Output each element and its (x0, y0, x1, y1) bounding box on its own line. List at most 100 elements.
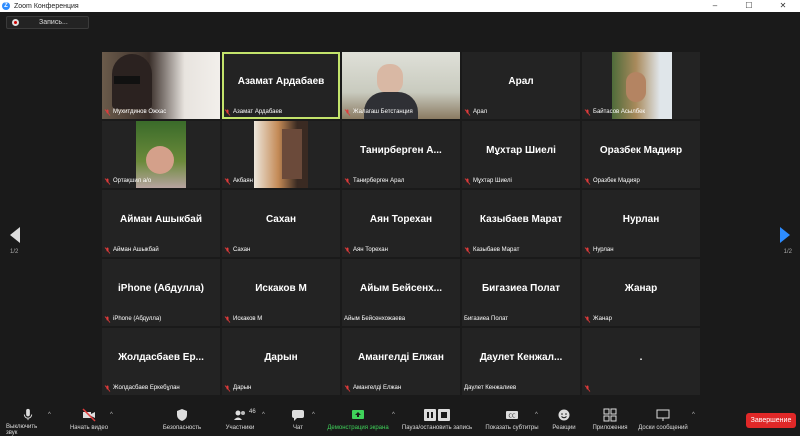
muted-mic-icon (224, 109, 231, 116)
participant-caption-label: Оразбек Мадияр (593, 178, 640, 184)
participant-caption-label: Арал (473, 109, 488, 115)
share-options-chevron-icon[interactable]: ^ (392, 412, 395, 418)
share-screen-button[interactable]: Демонстрация экрана (322, 408, 394, 436)
recording-label: Запись... (39, 19, 68, 26)
participant-tile[interactable]: Мухитдинов Ожхас (102, 52, 220, 119)
participant-tile[interactable]: Танирберген А... Танирберген Арал (342, 121, 460, 188)
participant-caption: Акбаян (224, 177, 338, 186)
participant-tile[interactable]: Айым Бейсенх... Айым Бейсенхожаева (342, 259, 460, 326)
participant-caption-label: Мұхтар Шиелі (473, 178, 512, 184)
muted-mic-icon (584, 178, 591, 185)
minimize-icon[interactable]: – (698, 0, 732, 12)
muted-mic-icon (464, 247, 471, 254)
participant-caption-label: Айым Бейсенхожаева (344, 316, 406, 322)
participant-tile[interactable]: . (582, 328, 700, 395)
participant-caption: Аян Торехан (344, 246, 458, 255)
participant-name-large: iPhone (Абдулла) (118, 283, 204, 294)
participant-tile[interactable]: Мұхтар Шиелі Мұхтар Шиелі (462, 121, 580, 188)
security-label: Безопасность (162, 425, 202, 431)
participant-caption-label: Айман Ашыкбай (113, 247, 159, 253)
next-page-icon[interactable] (780, 227, 790, 243)
participant-caption: Ортақшил а/о (104, 177, 218, 186)
participant-tile[interactable]: Даулет Кенжал... Даулет Кенжалиев (462, 328, 580, 395)
participant-name-large: Айым Бейсенх... (359, 283, 443, 294)
participant-caption: Арал (464, 108, 578, 117)
participant-caption: Дарын (224, 384, 338, 393)
whiteboard-options-chevron-icon[interactable]: ^ (692, 412, 695, 418)
participant-caption-label: Азамат Ардабаев (233, 109, 283, 115)
meeting-toolbar: Выключить звук ^ Начать видео ^ Безопасн… (0, 406, 800, 436)
participant-tile[interactable]: Сахан Сахан (222, 190, 340, 257)
participant-caption: iPhone (Абдулла) (104, 315, 218, 324)
participant-tile[interactable]: Ортақшил а/о (102, 121, 220, 188)
chat-options-chevron-icon[interactable]: ^ (312, 412, 315, 418)
window-titlebar: Z Zoom Конференция – ☐ ✕ (0, 0, 800, 12)
participant-tile[interactable]: Оразбек Мадияр Оразбек Мадияр (582, 121, 700, 188)
muted-mic-icon (344, 247, 351, 254)
window-controls: – ☐ ✕ (698, 0, 800, 12)
participants-options-chevron-icon[interactable]: ^ (262, 412, 265, 418)
muted-mic-icon (104, 247, 111, 254)
chat-button[interactable]: Чат (288, 408, 308, 436)
close-icon[interactable]: ✕ (766, 0, 800, 12)
prev-page-icon[interactable] (10, 227, 20, 243)
participant-tile[interactable]: iPhone (Абдулла) iPhone (Абдулла) (102, 259, 220, 326)
recording-indicator[interactable]: Запись... (6, 16, 89, 29)
participant-name-large: Айман Ашыкбай (119, 214, 202, 225)
muted-mic-icon (104, 316, 111, 323)
participant-name-large: Мұхтар Шиелі (486, 145, 556, 156)
participant-tile[interactable]: Бигазиеа Полат Бигазиеа Полат (462, 259, 580, 326)
participant-tile[interactable]: Акбаян (222, 121, 340, 188)
participant-caption-label: Танирберген Арал (353, 178, 405, 184)
participant-tile[interactable]: Амангелді Елжан Амангелді Елжан (342, 328, 460, 395)
muted-mic-icon (344, 178, 351, 185)
participant-tile[interactable]: Жанар Жанар (582, 259, 700, 326)
whiteboard-label: Доски сообщений (638, 425, 688, 431)
participant-name-large: Арал (508, 76, 534, 87)
participant-tile[interactable]: Айман Ашыкбай Айман Ашыкбай (102, 190, 220, 257)
participant-caption-label: Жолдасбаев Еркебұлан (113, 385, 180, 391)
participant-caption-label: Даулет Кенжалиев (464, 385, 517, 391)
video-options-chevron-icon[interactable]: ^ (110, 412, 113, 418)
participant-tile[interactable]: Жалагаш Бетстанция (342, 52, 460, 119)
chat-label: Чат (293, 425, 303, 431)
participant-caption: Сахан (224, 246, 338, 255)
audio-options-chevron-icon[interactable]: ^ (48, 412, 51, 418)
participant-tile[interactable]: Байтасов Асылбек (582, 52, 700, 119)
participant-tile[interactable]: Нурлан Нурлан (582, 190, 700, 257)
participant-caption: Жалагаш Бетстанция (344, 108, 458, 117)
end-meeting-button[interactable]: Завершение (746, 413, 796, 428)
maximize-icon[interactable]: ☐ (732, 0, 766, 12)
start-video-button[interactable]: Начать видео (66, 408, 112, 436)
participant-tile[interactable]: Арал Арал (462, 52, 580, 119)
participant-tile[interactable]: Азамат Ардабаев Азамат Ардабаев (222, 52, 340, 119)
participant-caption-label: Дарын (233, 385, 252, 391)
participant-name-large: Азамат Ардабаев (237, 76, 325, 87)
participant-tile[interactable]: Казыбаев Марат Казыбаев Марат (462, 190, 580, 257)
smiley-icon (558, 409, 570, 421)
security-button[interactable]: Безопасность (160, 408, 204, 436)
participant-caption-label: Казыбаев Марат (473, 247, 520, 253)
participant-name-large: Оразбек Мадияр (599, 145, 683, 156)
participant-name-large: Амангелді Елжан (358, 352, 444, 363)
zoom-app-icon: Z (2, 2, 10, 10)
mute-button[interactable]: Выключить звук (6, 408, 50, 436)
participant-tile[interactable]: Искаков М Искаков М (222, 259, 340, 326)
participant-caption-label: Жалагаш Бетстанция (353, 109, 413, 115)
captions-button[interactable]: CC Показать субтитры (482, 408, 542, 436)
apps-button[interactable]: Приложения (588, 408, 632, 436)
chat-icon (292, 410, 304, 421)
reactions-button[interactable]: Реакции (548, 408, 580, 436)
participant-caption-label: Байтасов Асылбек (593, 109, 646, 115)
pause-stop-recording-label: Пауза/остановить запись (401, 425, 473, 431)
pause-stop-icon (424, 409, 450, 421)
participant-caption: Жанар (584, 315, 698, 324)
start-video-label: Начать видео (69, 425, 109, 431)
reactions-label: Реакции (552, 425, 576, 431)
participant-tile[interactable]: Дарын Дарын (222, 328, 340, 395)
pause-stop-recording-button[interactable]: Пауза/остановить запись (398, 408, 476, 436)
whiteboard-button[interactable]: Доски сообщений (636, 408, 690, 436)
participant-tile[interactable]: Аян Торехан Аян Торехан (342, 190, 460, 257)
captions-options-chevron-icon[interactable]: ^ (535, 412, 538, 418)
participant-tile[interactable]: Жолдасбаев Ер... Жолдасбаев Еркебұлан (102, 328, 220, 395)
